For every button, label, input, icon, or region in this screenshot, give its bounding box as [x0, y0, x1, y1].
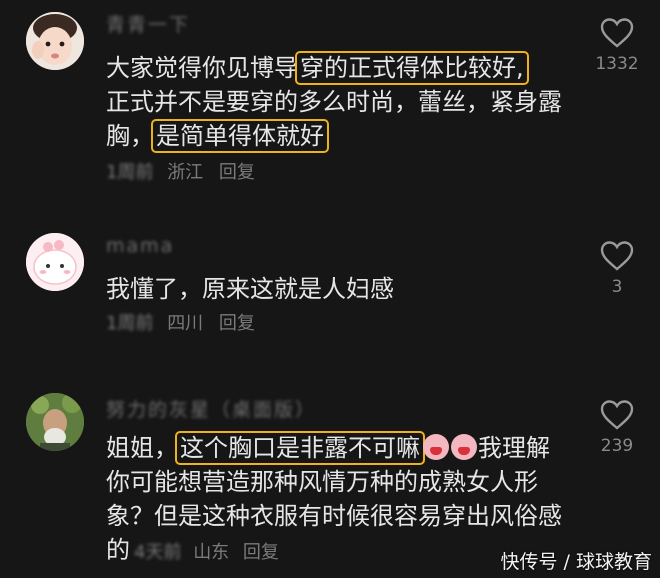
- comment-meta: 1周前 四川 回复: [106, 309, 255, 335]
- comment-meta: 4天前 山东 回复: [134, 542, 279, 563]
- highlighted-text: 是简单得体就好: [151, 119, 329, 153]
- child-avatar-image: [26, 12, 84, 70]
- timestamp: 4天前: [134, 542, 182, 563]
- timestamp: 1周前: [106, 162, 154, 183]
- location: 四川: [167, 313, 204, 334]
- timestamp: 1周前: [106, 313, 154, 334]
- comment-text-part: 大家觉得你见博导: [106, 54, 298, 82]
- like-button[interactable]: 3: [594, 241, 640, 297]
- like-count: 239: [600, 436, 634, 456]
- like-button[interactable]: 1332: [594, 18, 640, 74]
- comment-text-part: 姐姐，: [106, 434, 178, 462]
- avatar[interactable]: [26, 393, 84, 451]
- comment-text: 大家觉得你见博导穿的正式得体比较好, 正式并不是要穿的多么时尚，蕾丝，紧身露胸，…: [106, 51, 571, 153]
- avatar[interactable]: [26, 12, 84, 70]
- crying-face-emoji: [423, 434, 449, 460]
- heart-outline-icon: [600, 241, 634, 271]
- like-button[interactable]: 239: [594, 400, 640, 456]
- reply-button[interactable]: 回复: [219, 162, 255, 183]
- reply-button[interactable]: 回复: [219, 313, 255, 334]
- comment-1: 青青一下 大家觉得你见博导穿的正式得体比较好, 正式并不是要穿的多么时尚，蕾丝，…: [0, 0, 660, 200]
- location: 山东: [193, 542, 230, 563]
- username[interactable]: 青青一下: [106, 10, 190, 37]
- like-count: 1332: [595, 54, 639, 74]
- comment-2: mama 我懂了，原来这就是人妇感 1周前 四川 回复 3: [0, 225, 660, 345]
- like-count: 3: [611, 277, 623, 297]
- username[interactable]: 努力的灰星（桌面版）: [106, 395, 316, 422]
- highlighted-text: 穿的正式得体比较好,: [295, 51, 529, 85]
- heart-outline-icon: [600, 18, 634, 48]
- comment-text: 我懂了，原来这就是人妇感: [106, 275, 394, 303]
- crying-face-emoji: [451, 434, 477, 460]
- avatar[interactable]: [26, 233, 84, 291]
- cartoon-avatar-image: [26, 233, 84, 291]
- location: 浙江: [167, 162, 204, 183]
- portrait-avatar-image: [26, 393, 84, 451]
- watermark: 快传号 / 球球教育: [500, 551, 652, 573]
- heart-outline-icon: [600, 400, 634, 430]
- highlighted-text: 这个胸口是非露不可嘛: [175, 431, 425, 465]
- reply-button[interactable]: 回复: [243, 542, 279, 563]
- username[interactable]: mama: [106, 235, 174, 257]
- comment-meta: 1周前 浙江 回复: [106, 158, 255, 184]
